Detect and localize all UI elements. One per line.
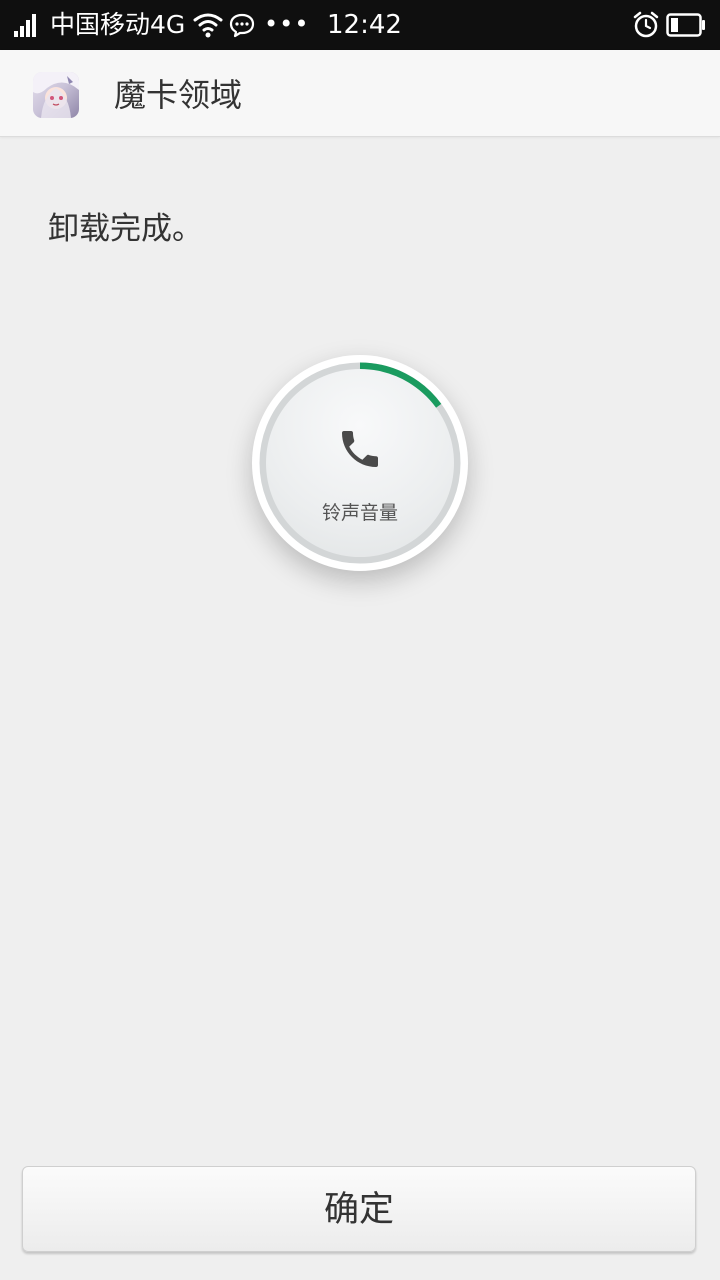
signal-icon bbox=[14, 14, 36, 37]
ringer-volume-dialog[interactable]: 铃声音量 bbox=[252, 355, 468, 571]
more-notifications-indicator: ••• bbox=[264, 10, 310, 38]
clock: 12:42 bbox=[327, 10, 402, 40]
phone-icon bbox=[342, 431, 378, 467]
battery-icon bbox=[666, 13, 705, 37]
ringer-volume-label: 铃声音量 bbox=[321, 502, 398, 524]
status-bar: 中国移动4G ••• 12:42 bbox=[0, 0, 720, 50]
alarm-icon bbox=[633, 11, 659, 38]
app-icon bbox=[33, 72, 79, 118]
uninstall-complete-message: 卸载完成。 bbox=[48, 211, 203, 247]
confirm-button[interactable]: 确定 bbox=[22, 1166, 696, 1252]
app-title: 魔卡领域 bbox=[114, 76, 243, 114]
message-icon bbox=[229, 13, 255, 38]
carrier-label: 中国移动4G bbox=[50, 10, 186, 39]
app-bar: 魔卡领域 bbox=[0, 50, 720, 137]
wifi-icon bbox=[193, 13, 223, 38]
